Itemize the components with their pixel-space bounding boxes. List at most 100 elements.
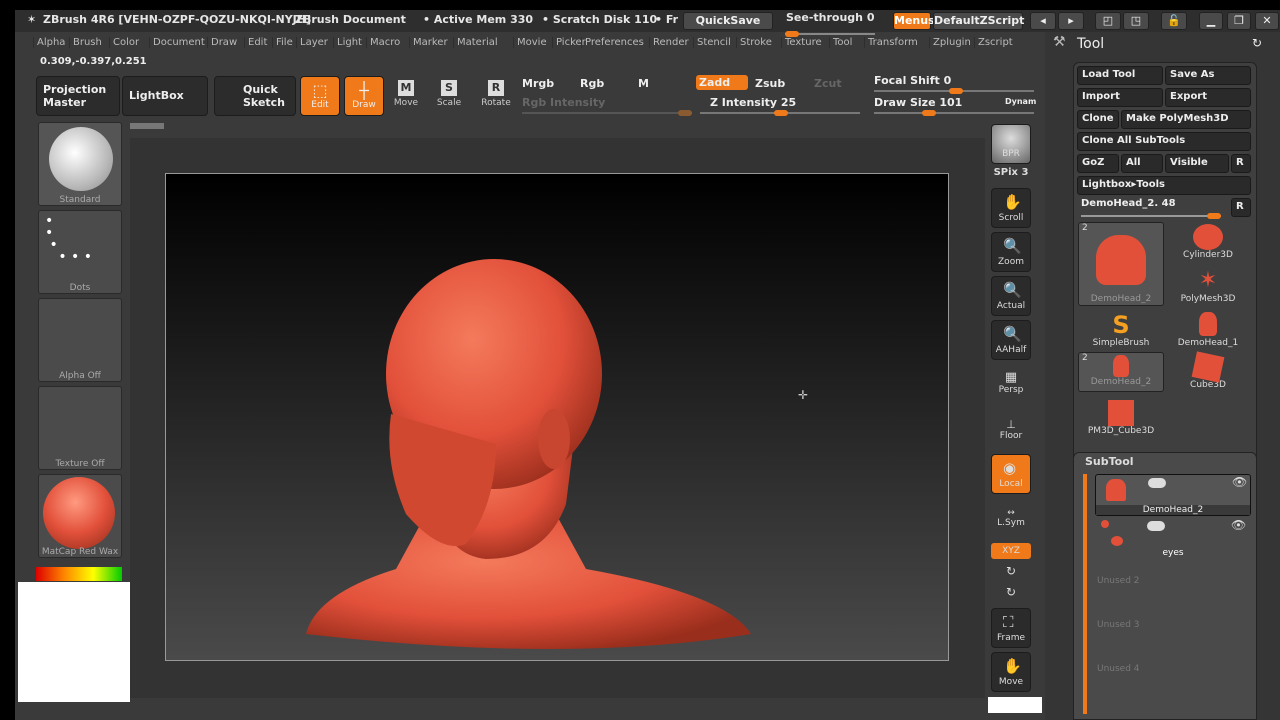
tool-thumb-pm3d-cube3d[interactable]: PM3D_Cube3D <box>1078 400 1164 436</box>
z-intensity-track[interactable] <box>700 110 860 116</box>
subtool-item-demohead-2[interactable]: 👁 DemoHead_2 <box>1095 474 1251 516</box>
lsym-button[interactable]: ↔ L.Sym <box>991 508 1031 528</box>
scroll-right-icon[interactable]: ▸ <box>1058 12 1084 30</box>
material-selector[interactable]: MatCap Red Wax <box>38 474 122 558</box>
visibility-eye-icon[interactable]: 👁 <box>1232 475 1247 489</box>
subtool-item-eyes[interactable]: 👁 eyes <box>1095 518 1251 562</box>
menu-zscript[interactable]: Zscript <box>974 37 1016 48</box>
refresh-icon[interactable]: ↻ <box>1252 36 1262 50</box>
export-button[interactable]: Export <box>1165 88 1251 107</box>
menu-stencil[interactable]: Stencil <box>693 37 734 48</box>
goz-r-button[interactable]: R <box>1231 154 1251 173</box>
clone-button[interactable]: Clone <box>1077 110 1119 129</box>
actual-button[interactable]: 🔍 Actual <box>991 276 1031 316</box>
menu-zplugin[interactable]: Zplugin <box>929 37 974 48</box>
load-tool-button[interactable]: Load Tool <box>1077 66 1163 85</box>
rgb-intensity-track[interactable] <box>522 110 692 116</box>
focal-shift-slider[interactable]: Focal Shift 0 <box>874 74 951 87</box>
zoom-button[interactable]: 🔍 Zoom <box>991 232 1031 272</box>
menu-brush[interactable]: Brush <box>69 37 105 48</box>
z-intensity-knob[interactable] <box>774 110 788 116</box>
dynamic-button[interactable]: Dynam <box>1005 97 1036 106</box>
polypaint-toggle-icon[interactable] <box>1148 478 1166 488</box>
rgb-intensity-knob[interactable] <box>678 110 692 116</box>
menu-color[interactable]: Color <box>109 37 142 48</box>
local-button[interactable]: ◉ Local <box>991 454 1031 494</box>
goz-visible-button[interactable]: Visible <box>1165 154 1229 173</box>
spix-slider[interactable]: SPix 3 <box>991 167 1031 178</box>
menu-document[interactable]: Document <box>149 37 208 48</box>
menu-transform[interactable]: Transform <box>864 37 921 48</box>
current-tool-slider[interactable]: DemoHead_2. 48 <box>1081 198 1176 209</box>
menu-macro[interactable]: Macro <box>366 37 403 48</box>
quick-sketch-button[interactable]: Quick Sketch <box>214 76 296 116</box>
import-button[interactable]: Import <box>1077 88 1163 107</box>
persp-button[interactable]: ▦ Persp <box>991 370 1031 395</box>
menu-light[interactable]: Light <box>333 37 365 48</box>
draw-size-track[interactable] <box>874 110 1034 116</box>
aahalf-button[interactable]: 🔍 AAHalf <box>991 320 1031 360</box>
tool-pin-icon[interactable]: ⚒ <box>1053 34 1066 50</box>
menu-preferences[interactable]: Preferences <box>581 37 647 48</box>
lock-icon[interactable]: 🔓 <box>1161 12 1187 30</box>
document-canvas[interactable] <box>165 173 949 661</box>
layout-next-icon[interactable]: ◳ <box>1123 12 1149 30</box>
alpha-selector[interactable]: Alpha Off <box>38 298 122 382</box>
menu-material[interactable]: Material <box>453 37 501 48</box>
restore-icon[interactable]: ❐ <box>1227 12 1251 30</box>
menu-stroke[interactable]: Stroke <box>736 37 775 48</box>
tool-thumb-simplebrush[interactable]: S SimpleBrush <box>1078 312 1164 348</box>
color-picker[interactable] <box>36 567 122 581</box>
menu-marker[interactable]: Marker <box>409 37 451 48</box>
scroll-button[interactable]: ✋ Scroll <box>991 188 1031 228</box>
layout-prev-icon[interactable]: ◰ <box>1095 12 1121 30</box>
menu-render[interactable]: Render <box>649 37 692 48</box>
scroll-left-icon[interactable]: ◂ <box>1030 12 1056 30</box>
goz-button[interactable]: GoZ <box>1077 154 1119 173</box>
rotate-y-icon[interactable]: ↻ <box>991 564 1031 578</box>
tool-thumb-demohead-2[interactable]: 2 DemoHead_2 <box>1078 222 1164 306</box>
rotate-button[interactable]: R Rotate <box>476 78 516 108</box>
z-intensity-slider[interactable]: Z Intensity 25 <box>710 96 796 109</box>
tool-thumb-demohead-1[interactable]: DemoHead_1 <box>1165 312 1251 348</box>
frame-button[interactable]: ⛶ Frame <box>991 608 1031 648</box>
goz-all-button[interactable]: All <box>1121 154 1163 173</box>
floor-button[interactable]: ⊥ Floor <box>991 418 1031 441</box>
save-as-button[interactable]: Save As <box>1165 66 1251 85</box>
menu-texture[interactable]: Texture <box>781 37 825 48</box>
zsub-button[interactable]: Zsub <box>755 77 785 90</box>
menu-file[interactable]: File <box>272 37 296 48</box>
visibility-eye-icon[interactable]: 👁 <box>1231 518 1246 532</box>
xyz-rotate-button[interactable]: XYZ <box>991 543 1031 559</box>
shelf-scroll-handle[interactable] <box>130 123 164 129</box>
move-button[interactable]: M Move <box>386 78 426 108</box>
default-zscript-button[interactable]: DefaultZScript <box>933 12 1024 30</box>
zcut-button[interactable]: Zcut <box>814 77 842 90</box>
stroke-selector[interactable]: • • • • • • Dots <box>38 210 122 294</box>
tool-thumb-polymesh3d[interactable]: ✶ PolyMesh3D <box>1165 268 1251 304</box>
lightbox-tools-button[interactable]: Lightbox▸Tools <box>1077 176 1251 195</box>
draw-button[interactable]: ┼ Draw <box>344 76 384 116</box>
mrgb-button[interactable]: Mrgb <box>522 77 554 90</box>
focal-shift-track[interactable] <box>874 88 1034 94</box>
menu-tool[interactable]: Tool <box>829 37 855 48</box>
see-through-slider[interactable]: See-through 0 <box>786 11 875 24</box>
menu-edit[interactable]: Edit <box>244 37 270 48</box>
subtool-unused-4[interactable]: Unused 4 <box>1097 664 1140 674</box>
draw-size-slider[interactable]: Draw Size 101 <box>874 96 962 109</box>
brush-selector[interactable]: Standard <box>38 122 122 206</box>
polypaint-toggle-icon[interactable] <box>1147 521 1165 531</box>
m-button[interactable]: M <box>638 77 649 90</box>
tool-thumb-cube3d[interactable]: Cube3D <box>1165 351 1251 390</box>
menu-movie[interactable]: Movie <box>513 37 550 48</box>
subtool-unused-2[interactable]: Unused 2 <box>1097 576 1140 586</box>
projection-master-button[interactable]: Projection Master <box>36 76 120 116</box>
tool-r-button[interactable]: R <box>1231 198 1251 217</box>
menus-button[interactable]: Menus <box>893 12 935 30</box>
texture-selector[interactable]: Texture Off <box>38 386 122 470</box>
rotate-z-icon[interactable]: ↻ <box>991 585 1031 599</box>
move-view-button[interactable]: ✋ Move <box>991 652 1031 692</box>
zadd-button[interactable]: Zadd <box>696 75 748 90</box>
close-icon[interactable]: ✕ <box>1255 12 1279 30</box>
lightbox-button[interactable]: LightBox <box>122 76 208 116</box>
